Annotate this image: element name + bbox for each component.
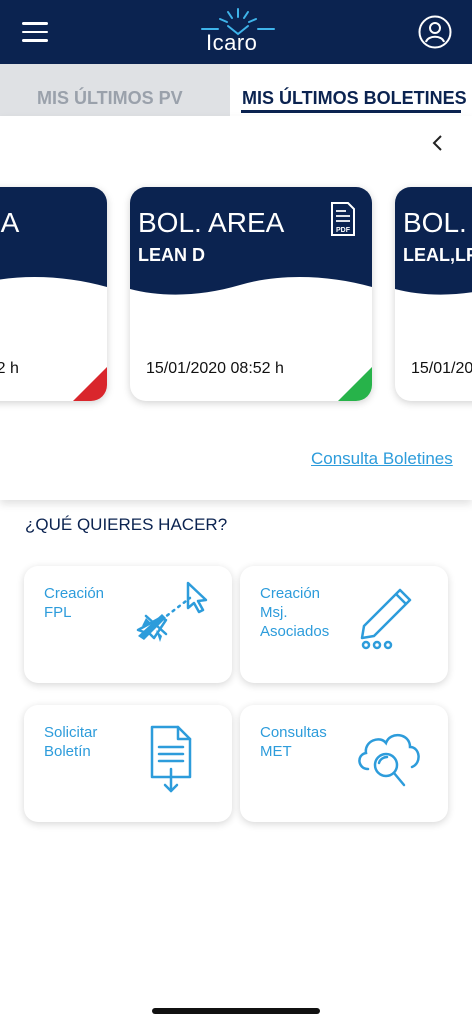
- boletin-card[interactable]: BOL. AREA 15/01/2020 08:52 h: [0, 187, 107, 401]
- pdf-icon[interactable]: PDF: [330, 201, 356, 237]
- card-title: BOL. AREA: [138, 207, 285, 238]
- card-date: 15/01/2020 08:52 h: [411, 360, 472, 377]
- status-corner-red: [73, 367, 107, 401]
- svg-text:PDF: PDF: [336, 227, 351, 234]
- boletin-card[interactable]: BOL. AREA LEAL,LFBZ 15/01/2020 08:52 h: [395, 187, 472, 401]
- action-solicitar-boletin[interactable]: Solicitar Boletín: [24, 705, 232, 822]
- boletines-panel: BOL. AREA 15/01/2020 08:52 h BOL. AREA L…: [0, 116, 472, 500]
- section-title: ¿QUÉ QUIERES HACER?: [25, 515, 228, 534]
- document-download-icon: [150, 725, 192, 793]
- card-date: 15/01/2020 08:52 h: [146, 360, 284, 377]
- plane-cursor-icon: [136, 581, 208, 642]
- pencil-icon: [360, 588, 412, 650]
- tab-bar: MIS ÚLTIMOS PV MIS ÚLTIMOS BOLETINES: [0, 64, 472, 116]
- card-date: 15/01/2020 08:52 h: [0, 360, 19, 377]
- cloud-search-icon: [358, 734, 420, 787]
- card-subtitle: LEAL,LFBZ: [403, 245, 472, 265]
- tab-mis-ultimos-boletines[interactable]: MIS ÚLTIMOS BOLETINES: [230, 64, 472, 116]
- action-creacion-msj-asociados[interactable]: Creación Msj. Asociados: [240, 566, 448, 683]
- active-tab-indicator: [241, 110, 461, 113]
- user-profile-icon[interactable]: [418, 15, 452, 49]
- card-subtitle: LEAN D: [138, 245, 205, 265]
- chevron-left-icon[interactable]: [428, 132, 448, 154]
- card-title: BOL. AREA: [0, 207, 20, 238]
- tab-mis-ultimos-pv[interactable]: MIS ÚLTIMOS PV: [0, 64, 230, 116]
- app-header: Icaro: [0, 0, 472, 64]
- boletin-card[interactable]: BOL. AREA LEAN D PDF 15/01/2020 08:52 h: [130, 187, 372, 401]
- card-title: BOL. AREA: [403, 207, 472, 238]
- action-label: Consultas MET: [260, 724, 327, 760]
- app-logo-text: Icaro: [206, 30, 258, 55]
- consulta-boletines-link[interactable]: Consulta Boletines: [311, 449, 453, 469]
- action-label: Creación FPL: [44, 585, 105, 621]
- hamburger-menu-icon[interactable]: [22, 22, 50, 42]
- action-label: Solicitar Boletín: [44, 724, 98, 760]
- action-consultas-met[interactable]: Consultas MET: [240, 705, 448, 822]
- status-corner-green: [338, 367, 372, 401]
- home-indicator[interactable]: [152, 1008, 320, 1014]
- action-label: Creación Msj. Asociados: [260, 585, 330, 640]
- action-creacion-fpl[interactable]: Creación FPL: [24, 566, 232, 683]
